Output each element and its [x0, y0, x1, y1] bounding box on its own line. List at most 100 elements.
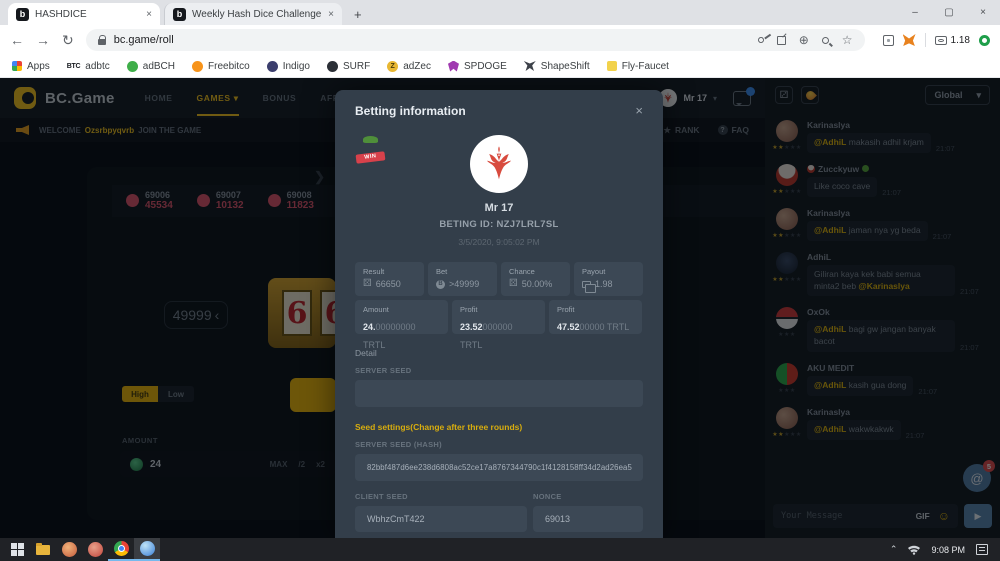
chrome-taskbar-button[interactable] — [108, 538, 134, 561]
server-seed-input[interactable] — [355, 380, 643, 407]
share-icon[interactable] — [777, 36, 786, 45]
ticker-icon — [935, 36, 947, 45]
divider — [925, 33, 926, 47]
surf-icon — [327, 61, 338, 72]
bookmark-apps[interactable]: Apps — [12, 61, 50, 72]
flyfaucet-icon — [607, 61, 617, 71]
windows-logo-icon — [11, 543, 17, 549]
bookmark-star-icon[interactable]: ☆ — [842, 34, 853, 46]
browser-tab-weekly[interactable]: b Weekly Hash Dice Challenge - Se × — [164, 3, 342, 25]
start-button[interactable] — [4, 538, 30, 561]
site-favicon-icon: b — [16, 8, 29, 21]
url-text: bc.game/roll — [114, 34, 174, 46]
active-app-button[interactable] — [134, 538, 160, 561]
address-bar[interactable]: bc.game/roll ⊕ ☆ — [86, 29, 865, 51]
site-favicon-icon: b — [173, 8, 186, 21]
price-ticker-extension[interactable]: 1.18 — [935, 35, 970, 46]
back-button[interactable]: ← — [10, 33, 24, 47]
app-icon — [140, 541, 155, 556]
coin-icon: B — [436, 280, 445, 289]
server-seed-hash-input[interactable]: 82bbf487d6ee238d6808ac52ce17a8767344790c… — [355, 454, 643, 481]
tab-strip: b HASHDICE × b Weekly Hash Dice Challeng… — [0, 0, 1000, 25]
stat-profit-total: Profit 47.5200000 TRTL — [549, 300, 642, 334]
password-key-icon[interactable] — [757, 36, 765, 44]
bookmarks-bar: Apps BTCadbtc adBCH Freebitco Indigo SUR… — [0, 55, 1000, 78]
browser-toolbar: ← → ↻ bc.game/roll ⊕ ☆ 1.18 — [0, 25, 1000, 55]
dice-icon: ⚄ — [509, 279, 518, 289]
taskbar-app-2[interactable] — [82, 538, 108, 561]
player-avatar — [470, 135, 528, 193]
nonce-label: NONCE — [533, 492, 643, 501]
windows-taskbar: ⌃ 9:08 PM — [0, 538, 1000, 561]
server-seed-hash-label: SERVER SEED (HASH) — [355, 440, 643, 449]
taskbar-app-1[interactable] — [56, 538, 82, 561]
new-tab-button[interactable]: + — [342, 3, 374, 25]
browser-tab-hashdice[interactable]: b HASHDICE × — [8, 3, 160, 25]
zoom-plus-icon[interactable]: ⊕ — [799, 34, 809, 46]
screen: b HASHDICE × b Weekly Hash Dice Challeng… — [0, 0, 1000, 561]
seed-settings-label: Seed settings(Change after three rounds) — [355, 422, 643, 432]
freebitco-icon — [192, 61, 203, 72]
player-name: Mr 17 — [355, 202, 643, 214]
tab-title: HASHDICE — [35, 9, 140, 20]
bookmark-surf[interactable]: SURF — [327, 61, 370, 72]
nonce-input[interactable]: 69013 — [533, 506, 643, 532]
modal-title: Betting information — [355, 104, 466, 118]
client-seed-label: CLIENT SEED — [355, 492, 527, 501]
tray-expand-icon[interactable]: ⌃ — [890, 544, 898, 555]
extension-cube-icon[interactable] — [883, 35, 894, 46]
close-icon[interactable]: × — [635, 103, 643, 118]
app-icon — [62, 542, 77, 557]
folder-icon — [36, 545, 50, 555]
action-center-icon[interactable] — [976, 544, 988, 555]
dice-icon: ⚄ — [363, 279, 372, 289]
stats-row: Result ⚄66650 Bet B>49999 Chance ⚄50.00%… — [355, 262, 643, 296]
phoenix-icon — [477, 142, 521, 186]
metamask-icon[interactable] — [903, 34, 916, 46]
reload-button[interactable]: ↻ — [62, 33, 74, 47]
betting-info-modal: Betting information × WIN Mr 17 BETING I… — [335, 90, 663, 538]
wifi-icon[interactable] — [908, 545, 920, 555]
bet-datetime: 3/5/2020, 9:05:02 PM — [355, 237, 643, 247]
close-tab-icon[interactable]: × — [328, 9, 334, 20]
file-explorer-button[interactable] — [30, 538, 56, 561]
tab-title: Weekly Hash Dice Challenge - Se — [192, 9, 322, 20]
close-tab-icon[interactable]: × — [146, 9, 152, 20]
bookmark-freebitco[interactable]: Freebitco — [192, 61, 250, 72]
stat-bet: Bet B>49999 — [428, 262, 497, 296]
window-controls: – ▢ × — [898, 0, 1000, 25]
bookmark-flyfaucet[interactable]: Fly-Faucet — [607, 61, 669, 72]
stat-chance: Chance ⚄50.00% — [501, 262, 570, 296]
client-seed-input[interactable]: WbhzCmT422 — [355, 506, 527, 532]
maximize-button[interactable]: ▢ — [932, 0, 966, 25]
apps-grid-icon — [12, 61, 22, 71]
clock[interactable]: 9:08 PM — [931, 545, 965, 555]
stat-result: Result ⚄66650 — [355, 262, 424, 296]
close-button[interactable]: × — [966, 0, 1000, 25]
win-medal-icon: WIN — [357, 136, 384, 164]
stat-profit: Profit 23.52000000 TRTL — [452, 300, 545, 334]
minimize-button[interactable]: – — [898, 0, 932, 25]
amounts-row: Amount 24.00000000 TRTL Profit 23.520000… — [355, 300, 643, 334]
spdoge-icon — [448, 61, 459, 72]
forward-button[interactable]: → — [36, 33, 50, 47]
search-icon[interactable] — [822, 37, 829, 44]
cards-icon — [582, 281, 591, 288]
bookmark-shapeshift[interactable]: ShapeShift — [524, 61, 590, 72]
bookmark-adzec[interactable]: ZadZec — [387, 61, 431, 72]
adbch-icon — [127, 61, 138, 72]
betting-id: BETING ID: NZJ7LRL7SL — [355, 219, 643, 230]
ticker-value: 1.18 — [951, 35, 970, 46]
adzec-icon: Z — [387, 61, 398, 72]
secure-lock-icon — [98, 39, 106, 45]
system-tray: ⌃ 9:08 PM — [890, 544, 996, 555]
btc-text-icon: BTC — [67, 63, 81, 70]
bookmark-indigo[interactable]: Indigo — [267, 61, 310, 72]
green-extension-icon[interactable] — [979, 35, 990, 46]
bookmark-spdoge[interactable]: SPDOGE — [448, 61, 507, 72]
stat-amount: Amount 24.00000000 TRTL — [355, 300, 448, 334]
page: BC.Game HOME GAMES▾ BONUS AFFILIATE FORU… — [0, 78, 1000, 538]
bookmark-adbch[interactable]: adBCH — [127, 61, 175, 72]
bookmark-adbtc[interactable]: BTCadbtc — [67, 61, 110, 72]
server-seed-label: SERVER SEED — [355, 366, 643, 375]
